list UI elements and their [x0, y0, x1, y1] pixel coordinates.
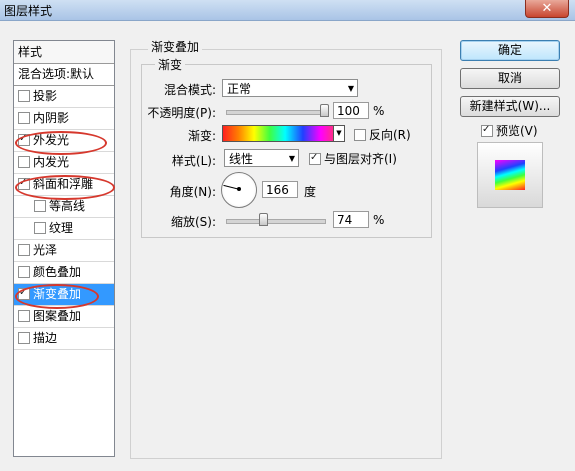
style-list-header[interactable]: 样式	[14, 41, 114, 64]
title-bar: 图层样式 ✕	[0, 0, 575, 21]
style-item-pattern-overlay[interactable]: 图案叠加	[14, 306, 114, 328]
scale-slider-handle[interactable]	[258, 213, 268, 226]
checkbox[interactable]	[34, 221, 46, 234]
blending-options-item[interactable]: 混合选项:默认	[14, 64, 114, 86]
checkbox[interactable]	[18, 265, 30, 278]
style-list: 样式 混合选项:默认 投影 内阴影 外发光 内发光 斜面和浮雕 等高线 纹理 光…	[13, 40, 115, 457]
style-item-stroke[interactable]: 描边	[14, 328, 114, 350]
style-item-label: 内阴影	[33, 111, 70, 125]
align-with-layer-checkbox[interactable]: 与图层对齐(I)	[309, 150, 397, 167]
chevron-down-icon: ▼	[347, 84, 354, 93]
chevron-down-icon: ▼	[288, 154, 295, 163]
blend-mode-label: 混合模式:	[163, 83, 216, 97]
gradient-style-select[interactable]: 线性 ▼	[224, 149, 299, 167]
preview-label: 预览(V)	[496, 124, 538, 138]
gradient-dropdown-chevron-icon[interactable]: ▼	[333, 125, 345, 142]
checkbox[interactable]	[34, 199, 46, 212]
checkbox[interactable]	[18, 111, 30, 124]
angle-center-dot	[237, 187, 241, 191]
style-item-label: 等高线	[49, 199, 86, 213]
style-item-texture[interactable]: 纹理	[14, 218, 114, 240]
checkbox-checked[interactable]	[309, 152, 321, 165]
checkbox[interactable]	[18, 155, 30, 168]
opacity-input[interactable]: 100	[333, 102, 369, 119]
cancel-button[interactable]: 取消	[460, 68, 560, 89]
angle-unit: 度	[304, 185, 317, 199]
scale-label: 缩放(S):	[170, 215, 216, 229]
gradient-label: 渐变:	[187, 129, 216, 143]
reverse-checkbox[interactable]: 反向(R)	[354, 126, 411, 143]
highlight-ellipse-outer-glow	[15, 131, 107, 155]
close-button[interactable]: ✕	[525, 0, 569, 18]
checkbox[interactable]	[18, 243, 30, 256]
group-title: 渐变叠加	[148, 38, 203, 55]
opacity-label: 不透明度(P):	[147, 106, 216, 120]
opacity-slider-handle[interactable]	[320, 104, 329, 117]
preview-swatch	[495, 160, 525, 190]
blend-mode-value: 正常	[227, 82, 252, 96]
style-item-drop-shadow[interactable]: 投影	[14, 86, 114, 108]
blend-mode-select[interactable]: 正常 ▼	[222, 79, 358, 97]
highlight-ellipse-bevel	[15, 175, 115, 200]
close-icon: ✕	[541, 1, 553, 16]
checkbox[interactable]	[18, 331, 30, 344]
style-item-label: 图案叠加	[33, 309, 82, 323]
window-title: 图层样式	[4, 4, 53, 18]
checkbox-checked[interactable]	[481, 124, 493, 137]
ok-button[interactable]: 确定	[460, 40, 560, 61]
opacity-slider[interactable]	[226, 110, 326, 115]
style-item-label: 投影	[33, 89, 58, 103]
checkbox[interactable]	[18, 309, 30, 322]
style-item-color-overlay[interactable]: 颜色叠加	[14, 262, 114, 284]
style-item-inner-shadow[interactable]: 内阴影	[14, 108, 114, 130]
style-item-satin[interactable]: 光泽	[14, 240, 114, 262]
align-label: 与图层对齐(I)	[324, 152, 397, 166]
checkbox[interactable]	[354, 128, 366, 141]
preview-checkbox[interactable]: 预览(V)	[481, 122, 538, 139]
percent-label: %	[373, 213, 385, 227]
angle-input[interactable]: 166	[262, 181, 298, 198]
style-item-label: 描边	[33, 331, 58, 345]
style-item-label: 颜色叠加	[33, 265, 82, 279]
gradient-picker[interactable]	[222, 125, 335, 142]
style-item-label: 光泽	[33, 243, 58, 257]
highlight-ellipse-gradient-overlay	[15, 284, 99, 309]
checkbox[interactable]	[18, 89, 30, 102]
angle-label: 角度(N):	[169, 185, 216, 199]
new-style-button[interactable]: 新建样式(W)...	[460, 96, 560, 117]
scale-input[interactable]: 74	[333, 211, 369, 228]
gradient-style-value: 线性	[229, 152, 254, 166]
percent-label: %	[373, 104, 385, 118]
subgroup-title: 渐变	[155, 56, 186, 73]
scale-slider[interactable]	[226, 219, 326, 224]
style-item-inner-glow[interactable]: 内发光	[14, 152, 114, 174]
reverse-label: 反向(R)	[369, 128, 411, 142]
style-item-label: 内发光	[33, 155, 70, 169]
angle-dial[interactable]	[221, 172, 257, 208]
preview-thumbnail	[477, 142, 543, 208]
style-item-label: 纹理	[49, 221, 74, 235]
style-label: 样式(L):	[171, 154, 216, 168]
